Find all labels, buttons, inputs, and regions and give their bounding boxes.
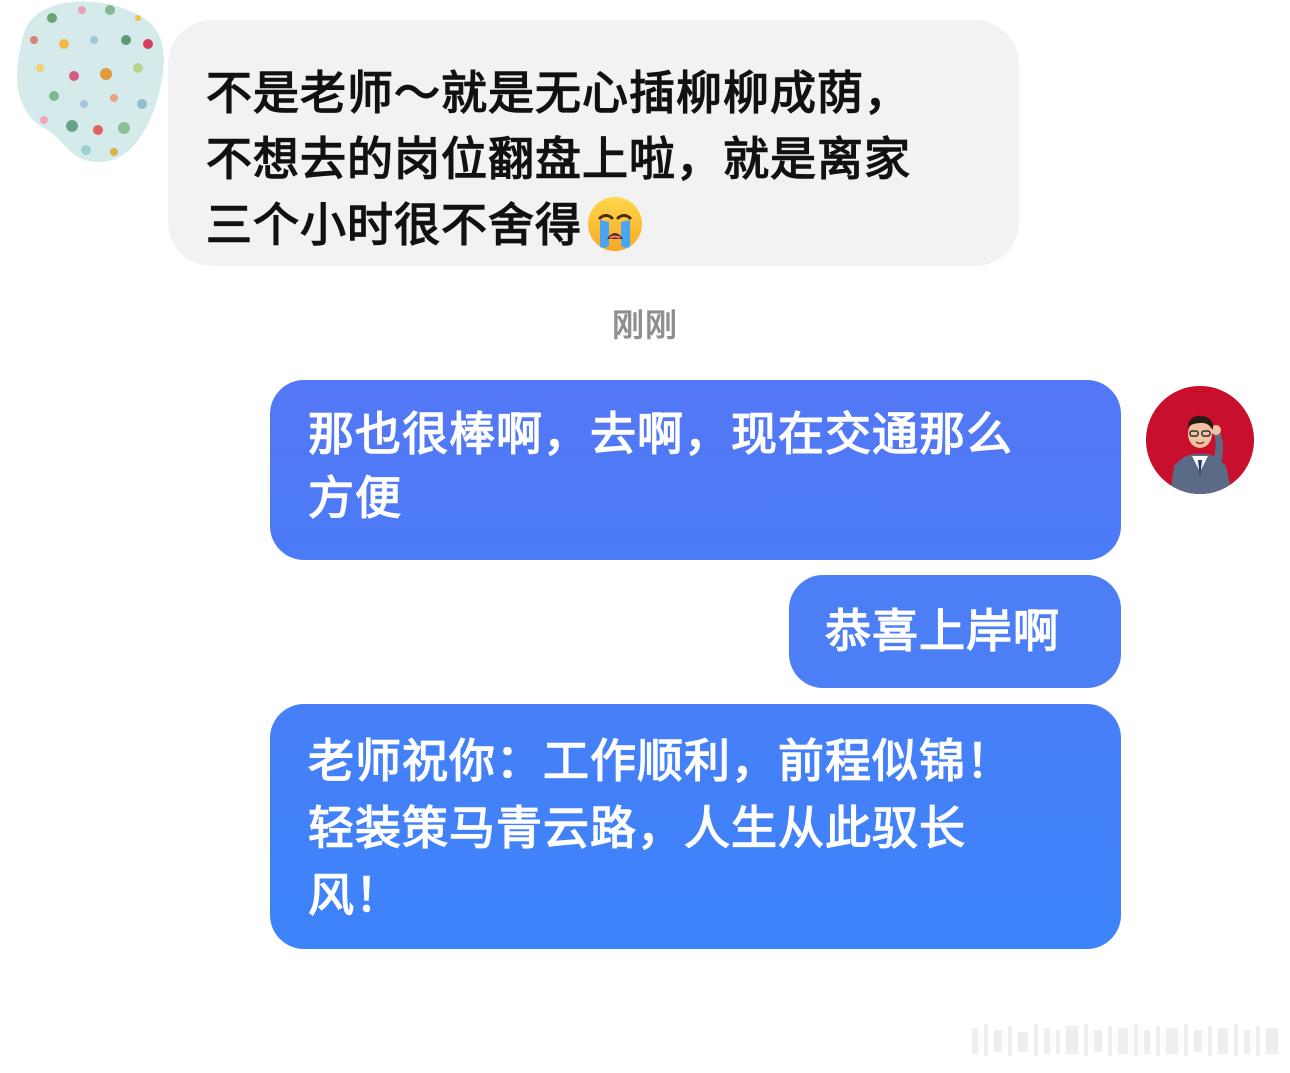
outgoing-message-bubble[interactable]: 那也很棒啊，去啊，现在交通那么 方便 [270,380,1121,560]
message-text-line: 那也很棒啊，去啊，现在交通那么 [308,407,1013,461]
contact-avatar[interactable] [14,0,164,165]
outgoing-message-bubble[interactable]: 恭喜上岸啊 [789,575,1121,688]
incoming-message-bubble[interactable]: 不是老师～就是无心插柳柳成荫， 不想去的岗位翻盘上啦，就是离家 三个小时很不舍得 [168,20,1019,266]
chat-screen: 不是老师～就是无心插柳柳成荫， 不想去的岗位翻盘上啦，就是离家 三个小时很不舍得… [0,0,1290,1073]
message-text-line: 轻装策马青云路，人生从此驭长 [308,801,966,855]
message-text-line: 三个小时很不舍得 [206,192,999,270]
message-text-line: 老师祝你：工作顺利，前程似锦！ [308,734,1013,788]
message-timestamp: 刚刚 [611,306,678,344]
loudly-crying-face-icon [586,195,644,270]
message-text-line: 恭喜上岸啊 [825,604,1060,658]
message-text: 三个小时很不舍得 [206,198,582,252]
watermark [972,1018,1282,1062]
message-text-line: 不想去的岗位翻盘上啦，就是离家 [206,132,911,186]
polka-dot-avatar-icon [17,1,164,163]
teacher-avatar-icon [1146,386,1254,494]
message-text-line: 风！ [308,868,402,922]
watermark-graphic [972,1024,1278,1056]
outgoing-message-bubble[interactable]: 老师祝你：工作顺利，前程似锦！ 轻装策马青云路，人生从此驭长 风！ [270,704,1121,949]
message-text-line: 不是老师～就是无心插柳柳成荫， [206,66,911,120]
user-avatar[interactable] [1146,386,1254,494]
message-text-line: 方便 [308,471,402,525]
